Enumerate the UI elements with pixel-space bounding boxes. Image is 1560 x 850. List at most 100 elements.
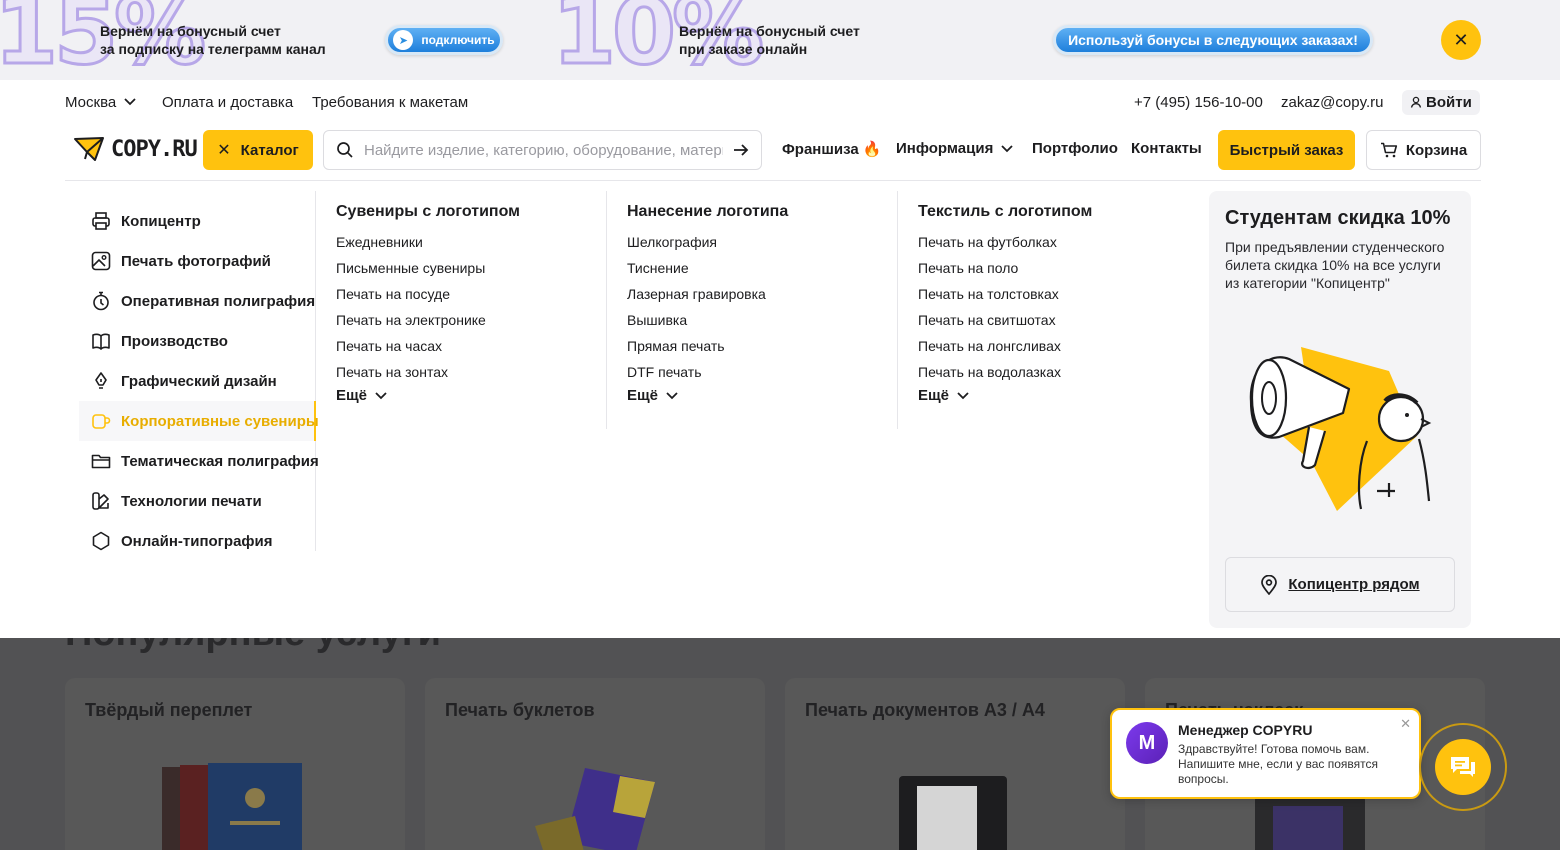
catalog-button[interactable]: ✕ Каталог xyxy=(203,130,313,170)
sidebar-item-thematic-printing[interactable]: Тематическая полиграфия xyxy=(79,441,319,481)
menu-link[interactable]: Письменные сувениры xyxy=(336,255,596,281)
search-icon xyxy=(337,142,353,158)
section-title: Популярные услуги xyxy=(65,638,441,655)
menu-link[interactable]: Печать на лонгсливах xyxy=(918,333,1188,359)
sidebar-item-label: Оперативная полиграфия xyxy=(121,292,316,310)
nav-franchise[interactable]: Франшиза 🔥 xyxy=(782,140,882,158)
menu-link[interactable]: Печать на толстовках xyxy=(918,281,1188,307)
chat-bubbles-icon xyxy=(1451,757,1475,777)
login-button[interactable]: Войти xyxy=(1402,89,1480,115)
promo-left-line-2: за подписку на телеграмм канал xyxy=(100,41,326,57)
menu-link[interactable]: Печать на поло xyxy=(918,255,1188,281)
menu-link[interactable]: Печать на электронике xyxy=(336,307,596,333)
chat-close-button[interactable]: ✕ xyxy=(1400,716,1411,732)
show-more-button[interactable]: Ещё xyxy=(918,387,1188,404)
nav-info[interactable]: Информация xyxy=(896,140,1013,157)
image-icon xyxy=(91,251,111,271)
chevron-down-icon xyxy=(666,391,678,399)
column-divider xyxy=(897,191,898,429)
catalog-sidebar: Копицентр Печать фотографий Оперативная … xyxy=(79,191,319,551)
service-card-title: Печать буклетов xyxy=(445,700,595,720)
phone-link[interactable]: +7 (495) 156-10-00 xyxy=(1134,88,1263,116)
column-title: Сувениры с логотипом xyxy=(336,203,520,220)
menu-link[interactable]: Вышивка xyxy=(627,307,887,333)
show-more-button[interactable]: Ещё xyxy=(336,387,596,404)
sidebar-item-print-tech[interactable]: Технологии печати xyxy=(79,481,316,521)
search-input[interactable] xyxy=(364,141,723,159)
requirements-link[interactable]: Требования к макетам xyxy=(312,88,468,116)
close-icon: ✕ xyxy=(1400,716,1411,731)
close-banner-button[interactable]: ✕ xyxy=(1441,20,1481,60)
use-bonus-button[interactable]: Используй бонусы в следующих заказах! xyxy=(1053,25,1373,55)
menu-link[interactable]: Лазерная гравировка xyxy=(627,281,887,307)
menu-link[interactable]: Тиснение xyxy=(627,255,887,281)
sidebar-item-operative-printing[interactable]: Оперативная полиграфия xyxy=(79,281,316,321)
chat-open-button[interactable] xyxy=(1419,723,1507,811)
menu-link[interactable]: Печать на часах xyxy=(336,333,596,359)
email-label: zakaz@copy.ru xyxy=(1281,93,1384,111)
menu-link[interactable]: DTF печать xyxy=(627,359,887,385)
sidebar-item-photo[interactable]: Печать фотографий xyxy=(79,241,316,281)
show-more-button[interactable]: Ещё xyxy=(627,387,887,404)
column-title: Нанесение логотипа xyxy=(627,203,789,220)
chevron-down-icon xyxy=(957,391,969,399)
telegram-connect-button[interactable]: ➤ подключить xyxy=(385,25,503,55)
menu-link[interactable]: Печать на зонтах xyxy=(336,359,596,385)
chevron-down-icon xyxy=(1001,144,1013,152)
copycenter-nearby-button[interactable]: Копицентр рядом xyxy=(1225,557,1455,612)
sidebar-item-corporate-souvenirs[interactable]: Корпоративные сувениры xyxy=(79,401,319,441)
user-icon xyxy=(1410,96,1422,108)
menu-link[interactable]: Шелкография xyxy=(627,229,887,255)
service-card-title: Твёрдый переплет xyxy=(85,700,253,720)
map-pin-icon xyxy=(1261,574,1278,595)
menu-link[interactable]: Прямая печать xyxy=(627,333,887,359)
promo-mid-line-1: Вернём на бонусный счет xyxy=(679,23,860,39)
chat-message: Здравствуйте! Готова помочь вам. Напишит… xyxy=(1178,742,1379,786)
nav-portfolio[interactable]: Портфолио xyxy=(1032,140,1118,157)
sidebar-item-label: Технологии печати xyxy=(121,492,262,510)
sidebar-item-design[interactable]: Графический дизайн xyxy=(79,361,316,401)
menu-column-textile: Текстиль с логотипом Печать на футболках… xyxy=(918,191,1188,429)
menu-link[interactable]: Ежедневники xyxy=(336,229,596,255)
student-card-text: При предъявлении студенческого билета ск… xyxy=(1225,239,1445,291)
sidebar-item-label: Тематическая полиграфия xyxy=(121,452,319,470)
site-logo[interactable]: COPY.RU xyxy=(73,136,198,162)
chat-popup[interactable]: M Менеджер COPYRU Здравствуйте! Готова п… xyxy=(1110,708,1421,799)
city-selector[interactable]: Москва xyxy=(65,88,136,116)
arrow-right-icon[interactable] xyxy=(733,143,749,157)
show-more-label: Ещё xyxy=(918,387,950,404)
chat-button-core[interactable] xyxy=(1435,739,1491,795)
requirements-label: Требования к макетам xyxy=(312,93,469,111)
menu-link[interactable]: Печать на водолазках xyxy=(918,359,1188,385)
sidebar-item-label: Печать фотографий xyxy=(121,252,271,270)
sidebar-item-online-typography[interactable]: Онлайн-типография xyxy=(79,521,316,561)
column-divider xyxy=(606,191,607,429)
column-title: Текстиль с логотипом xyxy=(918,203,1093,220)
booklet-image xyxy=(535,768,655,850)
book-cover-image xyxy=(162,763,302,850)
login-label: Войти xyxy=(1426,93,1472,111)
menu-link[interactable]: Печать на свитшотах xyxy=(918,307,1188,333)
sidebar-item-production[interactable]: Производство xyxy=(79,321,316,361)
catalog-label: Каталог xyxy=(240,141,299,159)
pen-nib-icon xyxy=(95,372,107,389)
telegram-icon: ➤ xyxy=(393,30,414,50)
payment-label: Оплата и доставка xyxy=(162,93,294,111)
student-card-title: Студентам скидка 10% xyxy=(1225,207,1451,229)
promo-mid-line-2: при заказе онлайн xyxy=(679,41,808,57)
menu-link[interactable]: Печать на посуде xyxy=(336,281,596,307)
menu-column-logo-application: Нанесение логотипа Шелкография Тиснение … xyxy=(627,191,887,429)
sidebar-item-copycenter[interactable]: Копицентр xyxy=(79,201,316,241)
email-link[interactable]: zakaz@copy.ru xyxy=(1281,88,1384,116)
cart-label: Корзина xyxy=(1405,141,1468,159)
fast-order-button[interactable]: Быстрый заказ xyxy=(1218,130,1355,170)
service-card-title: Печать документов А3 / А4 xyxy=(805,700,1045,720)
show-more-label: Ещё xyxy=(627,387,659,404)
sidebar-item-label: Графический дизайн xyxy=(121,372,277,390)
menu-link[interactable]: Печать на футболках xyxy=(918,229,1188,255)
payment-link[interactable]: Оплата и доставка xyxy=(162,88,293,116)
cart-button[interactable]: Корзина xyxy=(1366,130,1481,170)
login-button-wrap[interactable]: Войти xyxy=(1402,88,1480,116)
nav-contacts[interactable]: Контакты xyxy=(1131,140,1202,157)
folder-icon xyxy=(91,454,111,469)
